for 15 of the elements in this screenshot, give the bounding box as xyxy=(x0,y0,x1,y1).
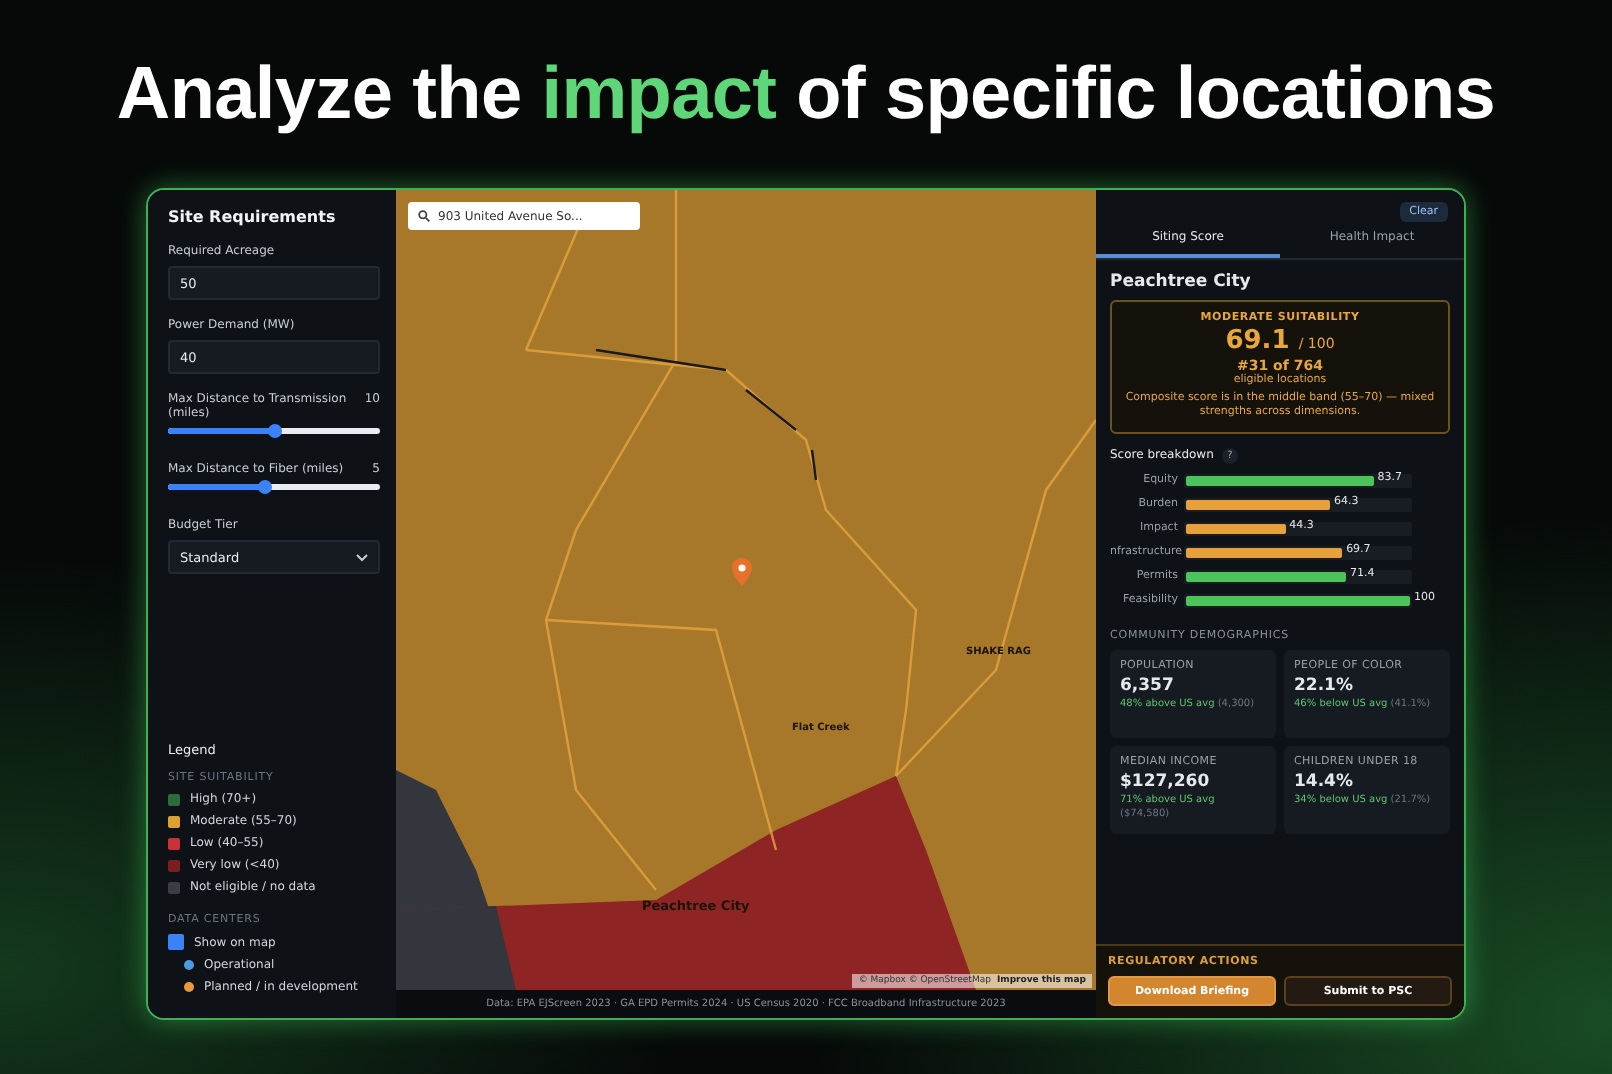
panel-title: Site Requirements xyxy=(168,208,338,226)
search-icon xyxy=(418,210,430,222)
stat-value: 14.4% xyxy=(1294,771,1355,792)
headline: Analyze the impact of specific locations xyxy=(116,52,1496,138)
slider-track[interactable] xyxy=(168,428,380,434)
slider-thumb[interactable] xyxy=(257,480,272,494)
stat-value: $127,260 xyxy=(1120,771,1212,792)
chevron-down-icon xyxy=(356,553,368,561)
checkbox[interactable] xyxy=(168,934,184,950)
location-pin-icon[interactable] xyxy=(732,558,752,586)
stat-value: 22.1% xyxy=(1294,675,1355,696)
stat-value: 6,357 xyxy=(1120,675,1176,696)
place-title: Peachtree City xyxy=(1110,272,1253,292)
slider-thumb[interactable] xyxy=(268,424,282,438)
slider-track[interactable] xyxy=(168,484,380,490)
